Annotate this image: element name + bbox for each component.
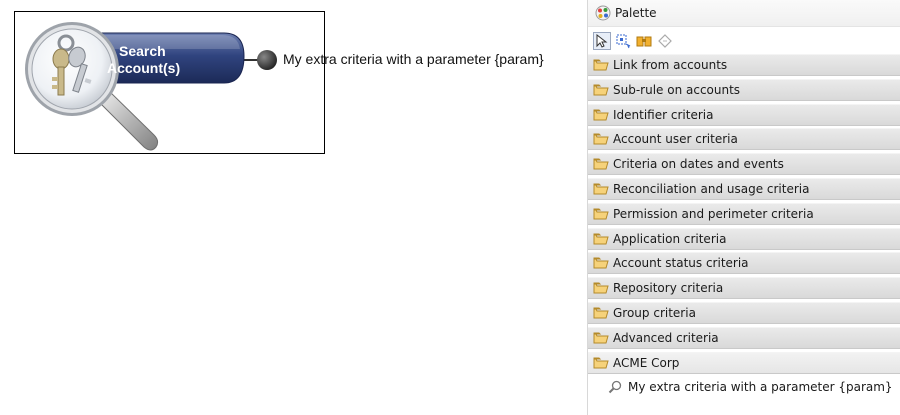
drawer-label: Sub-rule on accounts (613, 82, 741, 97)
search-label-line1: Search (119, 43, 166, 59)
palette-title: Palette (615, 6, 657, 20)
palette-toolbar (588, 27, 900, 54)
folder-icon (593, 109, 609, 121)
search-label-line2: Account(s) (107, 60, 181, 76)
palette-header[interactable]: Palette (588, 0, 900, 27)
folder-icon (593, 233, 609, 245)
folder-icon (593, 307, 609, 319)
drawer-label: Account status criteria (613, 256, 749, 271)
palette-drawer[interactable]: Application criteria (588, 227, 900, 250)
drawer-label: Identifier criteria (613, 107, 714, 122)
palette-drawer[interactable]: Criteria on dates and events (588, 153, 900, 176)
drawer-label: ACME Corp (613, 355, 680, 370)
search-account-node[interactable] (14, 11, 334, 156)
magnifier-icon (608, 381, 622, 394)
palette-drawer[interactable]: Account status criteria (588, 252, 900, 275)
folder-icon (593, 158, 609, 170)
palette-drawer[interactable]: Reconciliation and usage criteria (588, 177, 900, 200)
drawer-label: Advanced criteria (613, 330, 719, 345)
drawer-label: Account user criteria (613, 132, 738, 147)
palette-drawer[interactable]: ACME Corp (588, 351, 900, 374)
palette-drawer[interactable]: Sub-rule on accounts (588, 78, 900, 101)
note-tool-icon[interactable] (635, 32, 653, 50)
drawer-label: Criteria on dates and events (613, 157, 784, 172)
drawer-label: Application criteria (613, 231, 727, 246)
palette-entry[interactable]: My extra criteria with a parameter {para… (588, 376, 900, 398)
entry-label: My extra criteria with a parameter {para… (628, 380, 893, 395)
palette-drawer[interactable]: Account user criteria (588, 128, 900, 151)
palette-drawer-list: Link from accounts Sub-rule on accounts … (588, 54, 900, 398)
select-tool-icon[interactable] (593, 31, 611, 50)
diagram-canvas[interactable]: Search Account(s) My extra criteria with… (0, 0, 585, 415)
palette-drawer[interactable]: Repository criteria (588, 277, 900, 300)
folder-icon (593, 133, 609, 145)
folder-icon (593, 357, 609, 369)
palette-icon (595, 5, 611, 21)
palette-drawer[interactable]: Identifier criteria (588, 103, 900, 126)
palette-panel: Palette Link from accounts Sub-rule on a… (587, 0, 900, 415)
drawer-label: Reconciliation and usage criteria (613, 181, 810, 196)
connector-port-icon (257, 50, 277, 70)
connection-tool-icon[interactable] (656, 32, 674, 50)
drawer-label: Permission and perimeter criteria (613, 206, 814, 221)
folder-icon (593, 59, 609, 71)
folder-icon (593, 282, 609, 294)
folder-icon (593, 208, 609, 220)
folder-icon (593, 183, 609, 195)
palette-drawer[interactable]: Group criteria (588, 301, 900, 324)
palette-drawer[interactable]: Permission and perimeter criteria (588, 202, 900, 225)
drawer-label: Repository criteria (613, 281, 724, 296)
palette-drawer[interactable]: Link from accounts (588, 54, 900, 76)
folder-icon (593, 332, 609, 344)
folder-icon (593, 84, 609, 96)
drawer-label: Link from accounts (613, 58, 728, 72)
criteria-node-label[interactable]: My extra criteria with a parameter {para… (283, 51, 544, 67)
marquee-tool-icon[interactable] (614, 32, 632, 50)
folder-icon (593, 257, 609, 269)
search-account-label: Search Account(s) (107, 43, 227, 77)
palette-drawer[interactable]: Advanced criteria (588, 326, 900, 349)
drawer-label: Group criteria (613, 305, 696, 320)
